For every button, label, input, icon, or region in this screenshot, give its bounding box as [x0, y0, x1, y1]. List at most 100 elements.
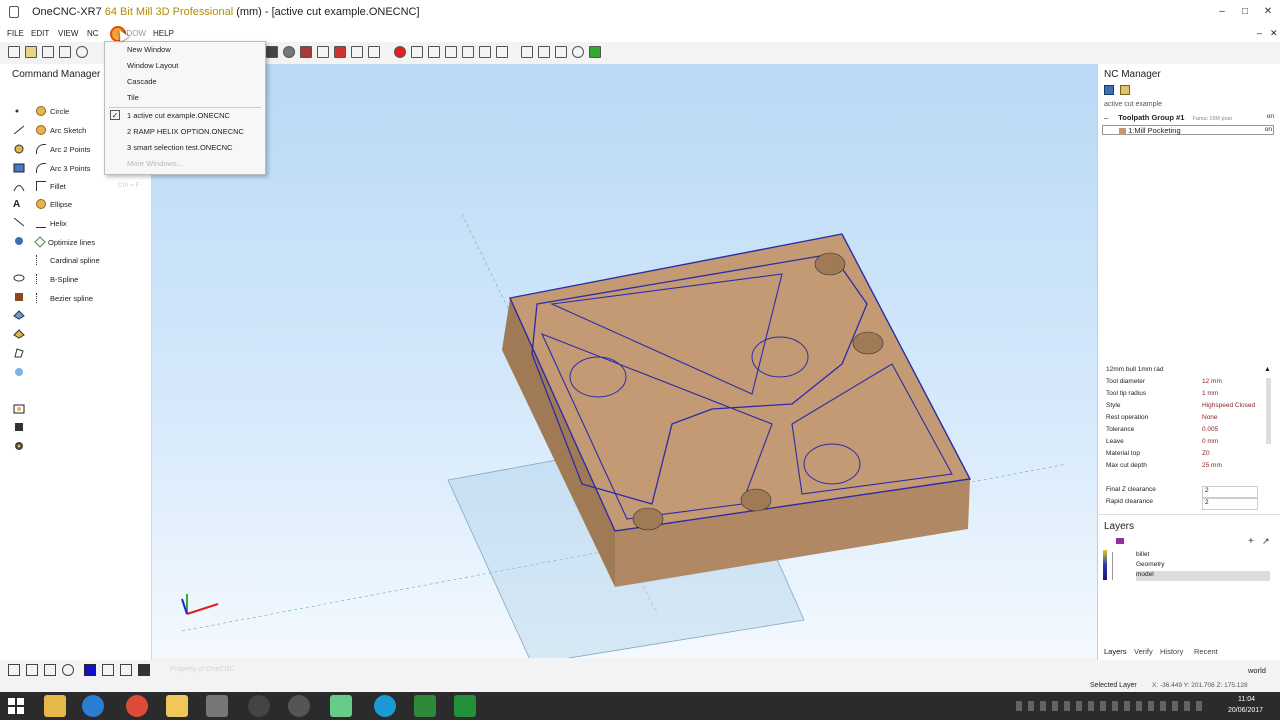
- nc-settings-icon[interactable]: [1120, 85, 1130, 95]
- menu-help[interactable]: HELP: [153, 29, 174, 38]
- layer-row-selected[interactable]: model: [1136, 571, 1270, 581]
- solid-view-icon[interactable]: [300, 46, 312, 58]
- close-button[interactable]: ✕: [1260, 4, 1276, 20]
- menu-cascade[interactable]: Cascade: [127, 77, 157, 86]
- mesh-icon[interactable]: [13, 310, 25, 320]
- op-on-status[interactable]: on: [1265, 126, 1272, 133]
- cmd-b-spline[interactable]: B-Spline: [36, 271, 78, 287]
- chrome-icon[interactable]: [126, 695, 148, 717]
- cmd-cardinal-spline[interactable]: Cardinal spline: [36, 252, 100, 268]
- pattern-icon[interactable]: [120, 664, 132, 676]
- cmd-circle[interactable]: Circle: [36, 103, 69, 119]
- tab-history[interactable]: History: [1160, 647, 1183, 656]
- editor-app-icon[interactable]: [454, 695, 476, 717]
- color-swatch-icon[interactable]: [84, 664, 96, 676]
- menu-file[interactable]: FILE: [7, 29, 24, 38]
- nc-view-icon[interactable]: [13, 404, 25, 414]
- prop-row[interactable]: Style Highspeed Closed: [1106, 402, 1272, 414]
- prop-row[interactable]: Material top Z0: [1106, 450, 1272, 462]
- menu-tile[interactable]: Tile: [127, 93, 139, 102]
- mdi-close-button[interactable]: ✕: [1270, 28, 1278, 39]
- system-tray-icons[interactable]: [1016, 701, 1204, 711]
- tile-view-icon[interactable]: [368, 46, 380, 58]
- cmd-arc-sketch[interactable]: Arc Sketch: [36, 122, 86, 138]
- new-file-icon[interactable]: [8, 46, 20, 58]
- prop-row[interactable]: Tool tip radius 1 mm: [1106, 390, 1272, 402]
- multi-view-icon[interactable]: [334, 46, 346, 58]
- tab-recent[interactable]: Recent: [1194, 647, 1218, 656]
- select-window-icon[interactable]: [411, 46, 423, 58]
- folder-icon[interactable]: [166, 695, 188, 717]
- shape-icon[interactable]: [13, 273, 25, 283]
- settings-icon[interactable]: [572, 46, 584, 58]
- sort-icon[interactable]: [521, 46, 533, 58]
- surface-icon[interactable]: [13, 236, 25, 246]
- transform-icon[interactable]: [13, 217, 25, 227]
- prop-row[interactable]: Leave 0 mm: [1106, 438, 1272, 450]
- menu-view[interactable]: VIEW: [58, 29, 78, 38]
- quad-view-icon[interactable]: [351, 46, 363, 58]
- edit-icon[interactable]: [13, 367, 25, 377]
- network-tool-icon[interactable]: [206, 695, 228, 717]
- menu-new-window[interactable]: New Window: [127, 45, 171, 54]
- prop-row[interactable]: Tool diameter 12 mm: [1106, 378, 1272, 390]
- add-layer-icon[interactable]: +: [1248, 536, 1254, 547]
- file-explorer-taskbar-icon[interactable]: [44, 695, 66, 717]
- grid-view-icon[interactable]: [317, 46, 329, 58]
- app-icon[interactable]: [9, 6, 19, 18]
- layer-row[interactable]: Geometry: [1136, 561, 1270, 571]
- render-icon[interactable]: [589, 46, 601, 58]
- clock-date[interactable]: 20/06/2017: [1228, 707, 1263, 714]
- minimize-button[interactable]: –: [1214, 4, 1230, 20]
- save-icon[interactable]: [42, 46, 54, 58]
- menu-recent-file-2[interactable]: 2 RAMP HELIX OPTION.ONECNC: [127, 127, 244, 136]
- menu-recent-file-1[interactable]: 1 active cut example.ONECNC: [127, 111, 230, 120]
- measure-icon[interactable]: [462, 46, 474, 58]
- query-icon[interactable]: [555, 46, 567, 58]
- point-icon[interactable]: [13, 106, 25, 116]
- gear-icon[interactable]: [283, 46, 295, 58]
- menu-nc[interactable]: NC: [87, 29, 99, 38]
- layer-row[interactable]: billet: [1136, 551, 1270, 561]
- start-icon[interactable]: [8, 698, 24, 714]
- text-icon[interactable]: A: [13, 199, 25, 210]
- cnc-machine-icon[interactable]: [13, 422, 25, 432]
- cmd-bezier-spline[interactable]: Bezier spline: [36, 290, 93, 306]
- tab-layers[interactable]: Layers: [1104, 647, 1127, 656]
- browser-app-icon[interactable]: [374, 695, 396, 717]
- green-app-icon[interactable]: [414, 695, 436, 717]
- prop-row[interactable]: Max cut depth 25 mm: [1106, 462, 1272, 474]
- scroll-up-icon[interactable]: ▲: [1264, 366, 1271, 373]
- cmd-arc-2-points[interactable]: Arc 2 Points: [36, 141, 90, 157]
- line-icon[interactable]: [13, 125, 25, 135]
- hidden-line-icon[interactable]: [44, 664, 56, 676]
- maximize-button[interactable]: □: [1237, 4, 1253, 20]
- collapse-icon[interactable]: –: [1104, 113, 1108, 122]
- circle-tool-icon[interactable]: [13, 144, 25, 154]
- wireframe-icon[interactable]: [26, 664, 38, 676]
- rectangle-icon[interactable]: [13, 163, 25, 173]
- clock-time[interactable]: 11:04: [1238, 696, 1255, 703]
- cmd-arc-3-points[interactable]: Arc 3 Points: [36, 160, 90, 176]
- prop-row[interactable]: Rest operation None: [1106, 414, 1272, 426]
- open-file-icon[interactable]: [25, 46, 37, 58]
- toolpath-view-icon[interactable]: [1104, 85, 1114, 95]
- menu-edit[interactable]: EDIT: [31, 29, 49, 38]
- undo-icon[interactable]: [76, 46, 88, 58]
- toolpath-icon[interactable]: [13, 441, 25, 451]
- cmd-helix[interactable]: Helix: [36, 215, 67, 231]
- tab-verify[interactable]: Verify: [1134, 647, 1153, 656]
- layer-toggle-icon[interactable]: [266, 46, 278, 58]
- move-icon[interactable]: [496, 46, 508, 58]
- select-box-icon[interactable]: [428, 46, 440, 58]
- grid-icon[interactable]: [102, 664, 114, 676]
- props-scrollbar[interactable]: [1266, 378, 1271, 444]
- stop-icon[interactable]: [394, 46, 406, 58]
- mdi-minimize-button[interactable]: –: [1257, 28, 1262, 38]
- toolpath-group-row[interactable]: – Toolpath Group #1 Fanuc 15M post on: [1104, 113, 1274, 123]
- layer-options-icon[interactable]: ↗: [1262, 536, 1270, 547]
- cmd-optimize-lines[interactable]: Optimize lines: [34, 234, 95, 250]
- paint-icon[interactable]: [13, 329, 25, 339]
- help-icon[interactable]: [538, 46, 550, 58]
- group-on-status[interactable]: on: [1267, 113, 1274, 120]
